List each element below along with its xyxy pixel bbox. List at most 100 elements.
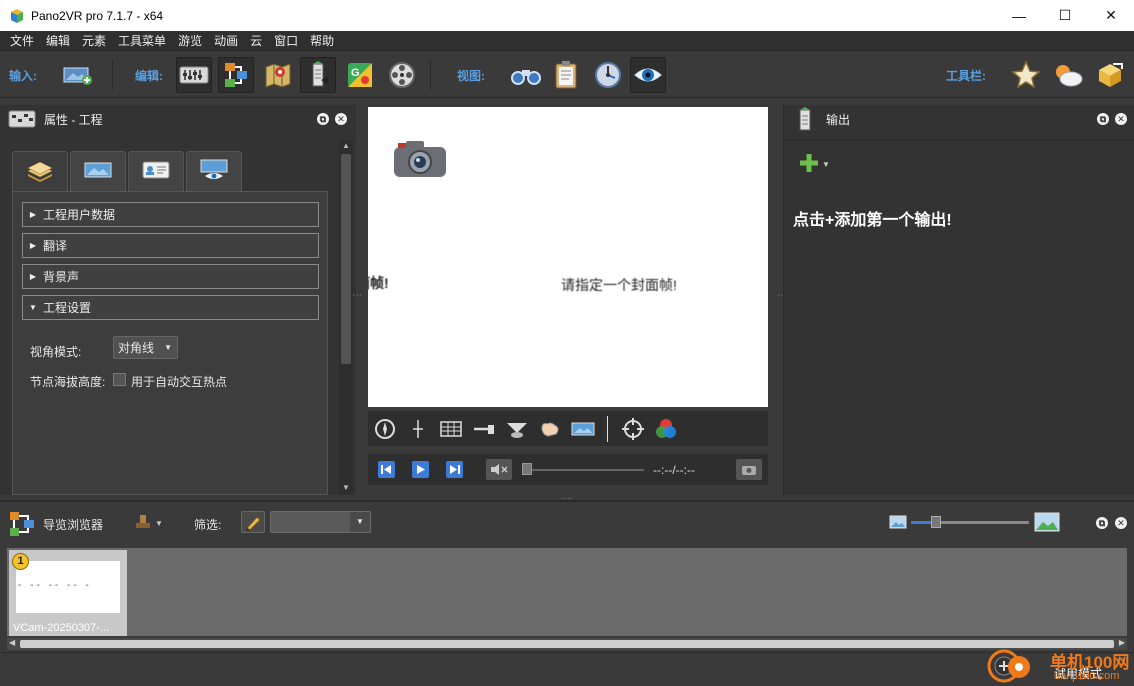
tour-browser-tool-icon[interactable] [218,57,254,93]
menu-window[interactable]: 窗口 [268,32,304,49]
nadir-icon[interactable] [500,411,533,446]
minimize-button[interactable]: — [996,0,1042,31]
slider-handle[interactable] [931,516,941,528]
compass-icon[interactable] [368,411,401,446]
tour-browser-scrollbar[interactable]: ◀ ▶ [7,638,1127,650]
add-output-button[interactable]: ▼ [798,152,830,177]
section-background-sound[interactable]: ▶ 背景声 [22,264,319,289]
node-altitude-label: 节点海拔高度: [30,375,106,389]
close-panel-icon[interactable]: ✕ [1115,517,1127,529]
node-thumbnail[interactable]: - -- -- -- - 1 VCam-20250307-... [9,550,127,636]
map-tool-icon[interactable] [260,57,296,93]
menu-tools[interactable]: 工具菜单 [112,32,172,49]
camera-icon[interactable] [392,137,448,182]
hand-pan-icon[interactable] [533,411,566,446]
watermark-url: danji100.com [1054,670,1120,682]
close-button[interactable]: ✕ [1088,0,1134,31]
binoculars-icon[interactable] [508,57,544,93]
tour-browser-area[interactable]: - -- -- -- - 1 VCam-20250307-... [7,548,1127,636]
filter-label: 筛选: [194,518,222,532]
node-number-badge: 1 [12,553,29,570]
float-panel-icon[interactable]: ⧉ [317,113,329,125]
sort-button[interactable]: ▼ [134,513,163,534]
timeline-track[interactable] [524,469,644,471]
close-panel-icon[interactable]: ✕ [1115,113,1127,125]
thumbnail-size-slider[interactable] [911,521,1029,524]
title-bar: Pano2VR pro 7.1.7 - x64 — ☐ ✕ [0,0,1134,31]
tab-project[interactable] [12,151,68,192]
input-label: 输入: [9,69,37,83]
target-icon[interactable] [616,411,649,446]
float-panel-icon[interactable]: ⧉ [1097,113,1109,125]
section-label: 工程设置 [43,301,92,315]
navigator-title: 导览浏览器 [43,518,104,532]
splitter-grip-bottom[interactable]: ····· [560,493,573,504]
section-project-settings[interactable]: ▼ 工程设置 [22,295,319,320]
grid-icon[interactable] [434,411,467,446]
node-thumbnail-label: VCam-20250307-... [13,622,109,634]
properties-scrollbar[interactable]: ▲ ▼ [339,140,353,494]
tab-panorama[interactable] [70,151,126,191]
color-correction-icon[interactable] [649,411,682,446]
auto-hotspot-label: 用于自动交互热点 [131,375,228,389]
output-title: 输出 [826,112,851,127]
play-icon[interactable] [412,461,429,478]
menu-tour[interactable]: 游览 [172,32,208,49]
wizard-star-icon[interactable] [1008,57,1044,93]
close-panel-icon[interactable]: ✕ [335,113,347,125]
menu-edit[interactable]: 编辑 [40,32,76,49]
add-panorama-icon[interactable] [60,57,96,93]
equirect-view-icon[interactable] [566,411,599,446]
menu-cloud[interactable]: 云 [244,32,268,49]
menu-elements[interactable]: 元素 [76,32,112,49]
scroll-up-icon[interactable]: ▲ [339,140,353,152]
section-translation[interactable]: ▶ 翻译 [22,233,319,258]
crosshair-thin-icon[interactable] [401,411,434,446]
tour-map-view-icon[interactable] [590,57,626,93]
horizon-icon[interactable] [467,411,500,446]
animation-tool-icon[interactable] [384,57,420,93]
auto-hotspot-checkbox[interactable] [113,373,126,386]
package-icon[interactable] [1092,57,1128,93]
scrollbar-thumb[interactable] [20,640,1114,648]
skip-to-start-icon[interactable] [378,461,395,478]
scrollbar-thumb[interactable] [341,154,351,364]
cover-frame-hint: 请指定一个封面帧! [561,277,677,293]
clipboard-icon[interactable] [548,57,584,93]
splitter-grip[interactable]: ⋮ [351,290,362,299]
scroll-down-icon[interactable]: ▼ [339,482,353,494]
window-title: Pano2VR pro 7.1.7 - x64 [31,8,164,23]
google-street-view-tool-icon[interactable]: G [342,57,378,93]
tab-user-data[interactable] [128,151,184,191]
snapshot-camera-icon[interactable] [736,459,762,480]
cloud-sun-icon[interactable] [1050,57,1086,93]
menu-animation[interactable]: 动画 [208,32,244,49]
properties-tool-icon[interactable] [176,57,212,93]
thumbnail-image: - -- -- -- - [16,561,120,613]
collapse-arrow-icon: ▼ [29,303,37,312]
filter-select[interactable]: ▼ [270,511,371,533]
menu-file[interactable]: 文件 [0,32,40,49]
timecode: --:--/--:-- [653,463,695,477]
fov-mode-select[interactable]: 对角线 ▼ [113,336,178,359]
scroll-left-icon[interactable]: ◀ [9,638,15,647]
menu-bar: 文件 编辑 元素 工具菜单 游览 动画 云 窗口 帮助 [0,31,1134,51]
dropdown-arrow-icon: ▼ [350,512,370,532]
skip-to-end-icon[interactable] [446,461,463,478]
expand-arrow-icon: ▶ [29,241,37,250]
svg-text:G: G [351,67,360,79]
mute-icon[interactable] [486,459,512,480]
tab-viewing[interactable] [186,151,242,191]
hotspot-edit-tool-icon[interactable] [300,57,336,93]
id-card-icon [141,160,171,183]
float-panel-icon[interactable]: ⧉ [1096,517,1108,529]
timeline-handle[interactable] [522,463,532,475]
app-window: Pano2VR pro 7.1.7 - x64 — ☐ ✕ 文件 编辑 元素 工… [0,0,1134,686]
panorama-viewer[interactable]: 面帧! 请指定一个封面帧! [368,107,768,407]
section-project-user-data[interactable]: ▶ 工程用户数据 [22,202,319,227]
viewer-eye-icon[interactable] [630,57,666,93]
maximize-button[interactable]: ☐ [1042,0,1088,31]
filter-pencil-button[interactable] [241,511,265,533]
menu-help[interactable]: 帮助 [304,32,340,49]
stamp-icon [134,513,152,534]
